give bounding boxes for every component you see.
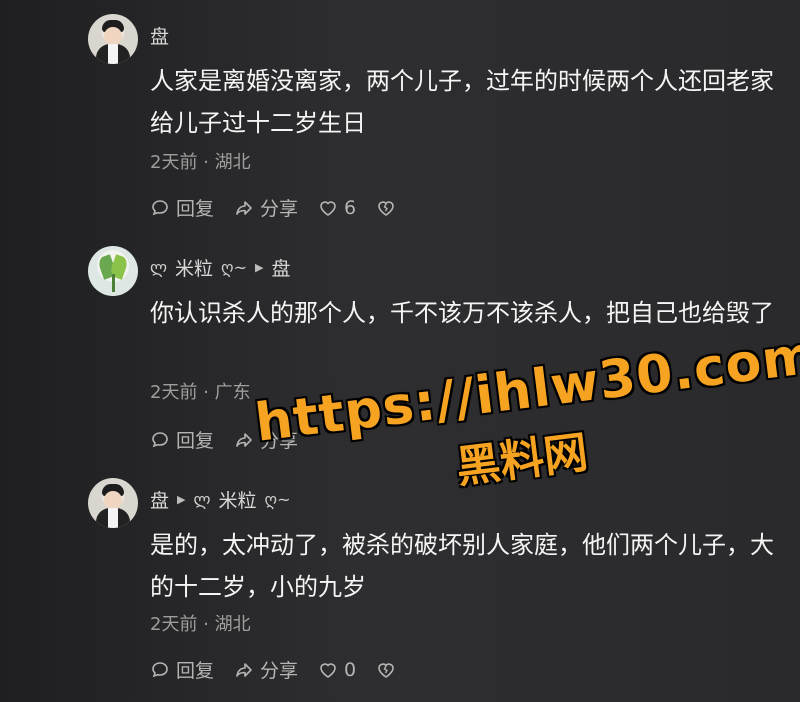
watermark-text: 黑料网 — [453, 426, 591, 494]
broken-heart-icon — [378, 662, 394, 678]
comment-text: 你认识杀人的那个人，千不该万不该杀人，把自己也给毁了 — [150, 299, 774, 327]
share-arrow-icon — [236, 662, 252, 677]
heart-icon — [320, 662, 336, 678]
like-button[interactable]: 6 — [318, 197, 356, 219]
share-arrow-icon — [236, 200, 252, 215]
reply-to-name[interactable]: 盘 — [272, 254, 291, 281]
share-button[interactable]: 分享 — [234, 656, 298, 683]
reply-label: 回复 — [176, 430, 215, 452]
avatar[interactable] — [88, 246, 138, 296]
swirl-badge-icon: ლ — [193, 490, 211, 509]
decoration-icon: ღ~ — [264, 490, 291, 509]
broken-heart-icon — [378, 200, 394, 216]
share-label: 分享 — [260, 660, 299, 682]
like-count: 6 — [344, 196, 357, 219]
dislike-button[interactable] — [376, 198, 396, 218]
avatar[interactable] — [88, 14, 138, 64]
comment-text: 是的，太冲动了，被杀的破坏别人家庭，他们两个儿子，大的十二岁，小的九岁 — [150, 531, 774, 601]
decoration-icon: ღ~ — [221, 258, 248, 277]
heart-icon — [320, 200, 336, 216]
comment-author-row: ლ 米粒 ღ~ ▶ 盘 — [150, 254, 291, 281]
comment-thread: 盘 人家是离婚没离家，两个儿子，过年的时候两个人还回老家给儿子过十二岁生日 2天… — [0, 0, 800, 702]
watermark: https://ihlw30.com 黑料网 — [252, 325, 800, 523]
watermark-url: https://ihlw30.com — [252, 325, 800, 454]
reply-label: 回复 — [176, 660, 215, 682]
reply-label: 回复 — [176, 198, 215, 220]
comment-meta: 2天前 · 广东 — [150, 382, 251, 403]
comment-meta: 2天前 · 湖北 — [150, 152, 251, 173]
share-button[interactable]: 分享 — [234, 194, 298, 221]
share-button[interactable]: 分享 — [234, 426, 298, 453]
like-count: 0 — [344, 658, 357, 681]
avatar[interactable] — [88, 478, 138, 528]
author-name[interactable]: 米粒 — [175, 254, 213, 281]
share-arrow-icon — [236, 432, 252, 447]
comment-bubble-icon — [152, 431, 168, 447]
dislike-button[interactable] — [376, 660, 396, 680]
reply-button[interactable]: 回复 — [150, 656, 214, 683]
reply-button[interactable]: 回复 — [150, 194, 214, 221]
comment-actions: 回复 分享 6 — [150, 194, 396, 221]
author-name[interactable]: 盘 — [150, 22, 169, 49]
reply-to-name[interactable]: 米粒 — [219, 486, 257, 513]
comment-actions: 回复 分享 0 — [150, 656, 396, 683]
comment-text: 人家是离婚没离家，两个儿子，过年的时候两个人还回老家给儿子过十二岁生日 — [150, 67, 774, 137]
comment-actions: 回复 分享 — [150, 426, 298, 453]
comment-bubble-icon — [152, 661, 168, 677]
share-label: 分享 — [260, 430, 299, 452]
like-button[interactable]: 0 — [318, 659, 356, 681]
comment-author-row: 盘 — [150, 22, 169, 49]
comment-author-row: 盘 ▶ ლ 米粒 ღ~ — [150, 486, 291, 513]
share-label: 分享 — [260, 198, 299, 220]
reply-arrow-icon: ▶ — [177, 493, 186, 506]
comment-meta: 2天前 · 湖北 — [150, 614, 251, 635]
reply-button[interactable]: 回复 — [150, 426, 214, 453]
comment-bubble-icon — [152, 199, 168, 215]
reply-arrow-icon: ▶ — [255, 261, 264, 274]
author-name[interactable]: 盘 — [150, 486, 169, 513]
swirl-badge-icon: ლ — [150, 258, 168, 277]
